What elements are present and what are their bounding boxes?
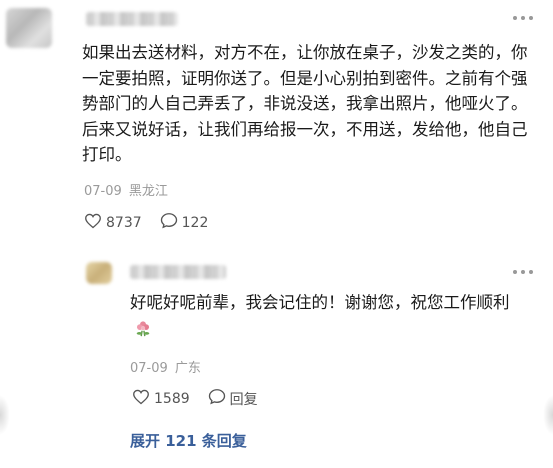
edge-shade-left (0, 395, 10, 435)
reply-text: 好呢好呢前辈，我会记住的！谢谢您，祝您工作顺利 (130, 293, 510, 312)
commenter-name[interactable] (86, 12, 178, 26)
reply-like-count: 1589 (154, 390, 190, 407)
reply-text-block: 好呢好呢前辈，我会记住的！谢谢您，祝您工作顺利 (130, 290, 530, 345)
chat-bubble-icon (160, 212, 182, 233)
flower-emoji-icon (134, 319, 152, 345)
reply-reply-label: 回复 (229, 391, 258, 408)
heart-outline-icon (132, 389, 154, 409)
expand-replies-link[interactable]: 展开 121 条回复 (130, 430, 247, 451)
reply-location: 广东 (174, 361, 201, 376)
comment-like-button[interactable]: 8737 (84, 213, 142, 233)
comment-like-count: 8737 (106, 214, 142, 231)
reply-like-button[interactable]: 1589 (132, 389, 190, 409)
comment-date: 07-09 (84, 184, 122, 199)
reply-date: 07-09 (130, 361, 168, 376)
comment-reply-count: 122 (181, 214, 209, 231)
comment-reply-button[interactable]: 122 (160, 212, 209, 233)
chat-bubble-icon (208, 388, 230, 409)
reply-reply-button[interactable]: 回复 (208, 388, 258, 409)
comment-location: 黑龙江 (128, 184, 168, 199)
comment-text: 如果出去送材料，对方不在，让你放在桌子，沙发之类的，你一定要拍照，证明你送了。但… (82, 43, 528, 164)
replier-name[interactable] (130, 265, 226, 279)
heart-outline-icon (84, 213, 106, 233)
replier-avatar[interactable] (86, 262, 112, 284)
reply-meta: 07-09 广东 (130, 357, 201, 376)
more-dots-icon[interactable] (512, 12, 534, 22)
reply-more-dots-icon[interactable] (512, 266, 534, 276)
edge-shade-right (543, 395, 553, 435)
comment-meta: 07-09 黑龙江 (84, 180, 168, 199)
commenter-avatar[interactable] (6, 8, 52, 48)
comment-actions: 8737 122 (84, 212, 226, 233)
reply-actions: 1589 回复 (132, 388, 276, 409)
